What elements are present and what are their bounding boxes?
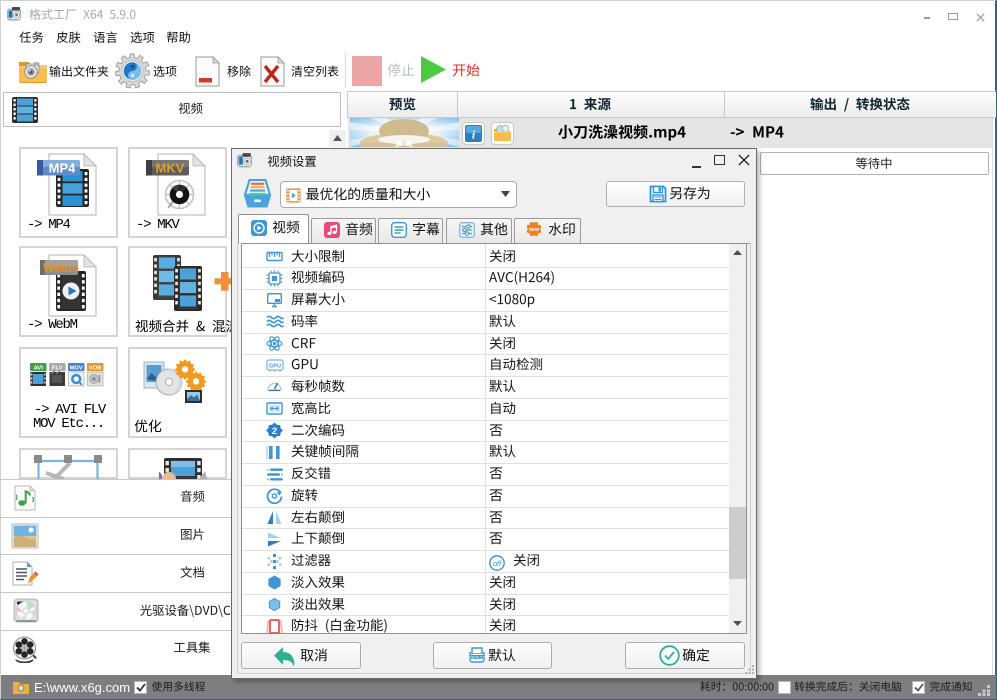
svg-text:MOV: MOV xyxy=(70,365,83,371)
svg-text:2: 2 xyxy=(272,426,277,437)
svg-text:off: off xyxy=(493,558,502,567)
svg-text:VOB: VOB xyxy=(89,365,102,371)
svg-text:NEW: NEW xyxy=(529,227,539,232)
svg-text:AVI: AVI xyxy=(34,365,44,371)
svg-text:DEFAULT: DEFAULT xyxy=(469,655,484,659)
svg-text:Webm: Webm xyxy=(43,261,79,275)
svg-text:MP4: MP4 xyxy=(49,161,77,176)
svg-text:MKV: MKV xyxy=(156,161,185,176)
svg-text:GPU: GPU xyxy=(269,363,281,369)
svg-text:FLV: FLV xyxy=(52,365,63,371)
